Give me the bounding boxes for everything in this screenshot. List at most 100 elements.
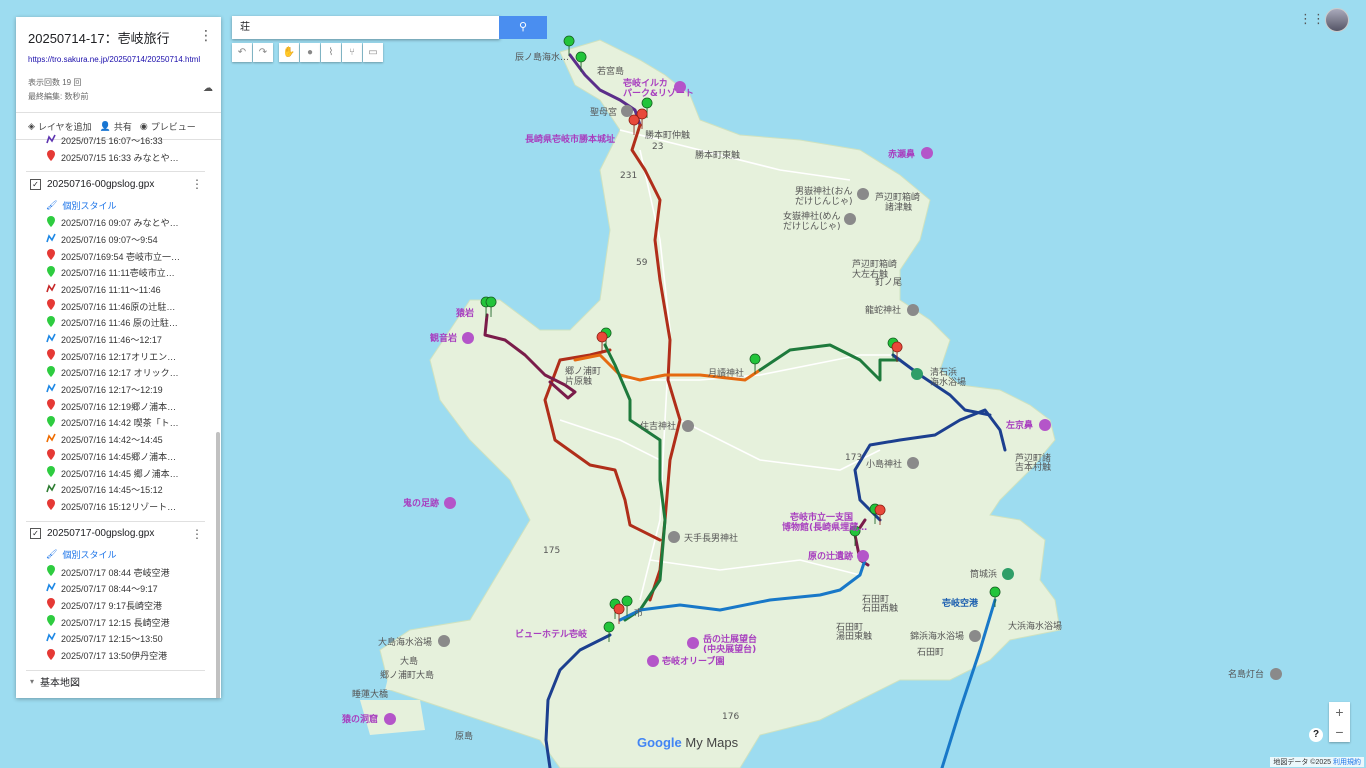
basemap-toggle[interactable]: ▾ 基本地図 [16, 671, 215, 693]
add-layer-button[interactable]: ◈ レイヤを追加 [28, 120, 92, 133]
search-button[interactable]: ⚲ [499, 16, 547, 39]
layer-feature-item[interactable]: 2025/07/16 12:17 オリック… [16, 365, 215, 382]
layer-feature-item[interactable]: 2025/07/16 14:45 郷ノ浦本… [16, 465, 215, 482]
view-count: 表示回数 19 回 [28, 78, 82, 87]
layer-feature-item[interactable]: 2025/07/16 09:07 みなとや… [16, 214, 215, 231]
layer-options-icon[interactable]: ⋮ [191, 527, 203, 541]
line-icon [46, 233, 56, 246]
line-icon [46, 433, 56, 446]
eye-icon: ◉ [139, 120, 148, 131]
svg-text:左京鼻: 左京鼻 [1005, 419, 1033, 431]
svg-text:睡蓮大橋: 睡蓮大橋 [352, 688, 388, 700]
svg-text:錦浜海水浴場: 錦浜海水浴場 [910, 630, 964, 642]
pin-icon [46, 365, 56, 380]
svg-text:男嶽神社(おん: 男嶽神社(おん [795, 185, 853, 197]
search-input[interactable]: 荘 [232, 16, 500, 39]
feature-label: 2025/07/16 11:46原の辻駐… [61, 301, 176, 312]
layer-feature-item[interactable]: 2025/07/15 16:33 みなとや… [16, 149, 215, 166]
layer-feature-item[interactable]: 2025/07/16 11:11〜11:46 [16, 281, 215, 298]
layer-feature-item[interactable]: 2025/07/17 13:50伊丹空港 [16, 647, 215, 664]
svg-text:吉本村触: 吉本村触 [1015, 461, 1051, 473]
layer-feature-item[interactable]: 2025/07/17 9:17長崎空港 [16, 597, 215, 614]
svg-text:市: 市 [634, 607, 643, 619]
layer-feature-item[interactable]: 2025/07/16 14:42〜14:45 [16, 431, 215, 448]
layer-feature-item[interactable]: 2025/07/16 11:46 原の辻駐… [16, 315, 215, 332]
feature-label: 2025/07/16 11:11壱岐市立… [61, 268, 175, 279]
layer-feature-item[interactable]: 2025/07/16 14:45郷ノ浦本… [16, 448, 215, 465]
preview-button[interactable]: ◉ プレビュー [140, 120, 196, 133]
redo-icon[interactable]: ↷ [253, 43, 273, 62]
layer-feature-item[interactable]: 2025/07/16 11:46原の辻駐… [16, 298, 215, 315]
svg-text:釘ノ尾: 釘ノ尾 [875, 276, 902, 288]
paint-roller-icon: 🖌 [46, 199, 58, 210]
layer-feature-item[interactable]: 2025/07/16 11:11壱岐市立… [16, 264, 215, 281]
layer-feature-item[interactable]: 2025/07/17 08:44 壱岐空港 [16, 564, 215, 581]
hand-icon[interactable]: ✋ [279, 43, 299, 62]
line-icon [46, 582, 56, 595]
layer-feature-item[interactable]: 2025/07/17 12:15 長崎空港 [16, 614, 215, 631]
panel-scrollbar[interactable] [216, 432, 220, 698]
svg-text:諸津触: 諸津触 [885, 201, 912, 213]
layer-feature-item[interactable]: 2025/07/17 12:15〜13:50 [16, 631, 215, 648]
layer-feature-item[interactable]: 2025/07/16 14:42 喫茶「ト… [16, 415, 215, 432]
pin-icon [46, 615, 56, 629]
layer-feature-item[interactable]: 2025/07/16 14:45〜15:12 [16, 481, 215, 498]
svg-text:231: 231 [620, 171, 637, 181]
marker-icon[interactable]: ● [300, 43, 320, 62]
pin-icon [46, 499, 56, 513]
directions-icon[interactable]: ⑂ [342, 43, 362, 62]
feature-label: 2025/07/15 16:07〜16:33 [61, 135, 163, 146]
more-options-icon[interactable]: ⋮ [199, 27, 213, 44]
layer-header[interactable]: ✓ 20250716-00gpslog.gpx ⋮ [16, 172, 215, 196]
svg-text:だけじんじゃ): だけじんじゃ) [795, 196, 853, 207]
svg-text:長崎県壱岐市勝本城址: 長崎県壱岐市勝本城址 [525, 133, 615, 145]
svg-text:名島灯台: 名島灯台 [1228, 668, 1264, 680]
layer-visibility-checkbox[interactable]: ✓ [30, 178, 41, 190]
map-description-link[interactable]: https://tro.sakura.ne.jp/20250714/202507… [28, 55, 209, 75]
layer-list[interactable]: 2025/07/15 16:07〜16:33 2025/07/15 16:33 み… [16, 132, 215, 698]
svg-text:猿の洞窟: 猿の洞窟 [341, 713, 378, 725]
layer-feature-item[interactable]: 2025/07/16 09:07〜9:54 [16, 231, 215, 248]
map-footer: 地図データ ©2025 利用規約 [1270, 757, 1364, 767]
layer-visibility-checkbox[interactable]: ✓ [30, 528, 41, 540]
layer-feature-item[interactable]: 2025/07/16 11:46〜12:17 [16, 331, 215, 348]
layer-options-icon[interactable]: ⋮ [191, 177, 203, 191]
ruler-icon[interactable]: ▭ [363, 43, 383, 62]
share-button[interactable]: 👤 共有 [100, 120, 132, 133]
layer-feature-item[interactable]: 2025/07/15 16:07〜16:33 [16, 132, 215, 149]
zoom-out-button[interactable]: − [1329, 722, 1350, 742]
layer-feature-item[interactable]: 2025/07/169:54 壱岐市立一… [16, 248, 215, 265]
undo-icon[interactable]: ↶ [232, 43, 252, 62]
draw-line-icon[interactable]: ⌇ [321, 43, 341, 62]
svg-text:176: 176 [722, 712, 739, 722]
map-title[interactable]: 20250714-17：壱岐旅行 [28, 28, 209, 47]
individual-style-link[interactable]: 🖌 個別スタイル [16, 546, 215, 564]
svg-text:郷ノ浦町大島: 郷ノ浦町大島 [380, 669, 434, 681]
layer-feature-item[interactable]: 2025/07/16 12:17〜12:19 [16, 381, 215, 398]
pin-icon [46, 648, 56, 663]
pin-icon [46, 265, 56, 280]
pin-icon [46, 415, 56, 430]
layer-header[interactable]: ✓ 20250717-00gpslog.gpx ⋮ [16, 522, 215, 546]
svg-text:石田町: 石田町 [917, 647, 944, 658]
help-icon[interactable]: ? [1309, 728, 1323, 742]
line-icon [46, 632, 56, 645]
layers-icon: ◈ [28, 120, 35, 131]
avatar[interactable] [1325, 8, 1349, 32]
google-mymaps-logo: Google My Maps [637, 735, 739, 750]
feature-label: 2025/07/16 11:11〜11:46 [61, 284, 161, 295]
individual-style-link[interactable]: 🖌 個別スタイル [16, 196, 215, 214]
feature-label: 2025/07/17 12:15〜13:50 [61, 634, 163, 645]
layer-feature-item[interactable]: 2025/07/16 12:19郷ノ浦本… [16, 398, 215, 415]
zoom-in-button[interactable]: + [1329, 702, 1350, 722]
layer-name[interactable]: 20250716-00gpslog.gpx [47, 179, 154, 190]
terms-link[interactable]: 利用規約 [1333, 759, 1361, 766]
svg-text:勝本町東触: 勝本町東触 [695, 149, 740, 161]
layer-feature-item[interactable]: 2025/07/16 15:12リゾート… [16, 498, 215, 515]
layer-name[interactable]: 20250717-00gpslog.gpx [47, 528, 154, 539]
svg-text:海水浴場: 海水浴場 [930, 376, 966, 388]
layer-feature-item[interactable]: 2025/07/16 12:17オリエン… [16, 348, 215, 365]
layer-feature-item[interactable]: 2025/07/17 08:44〜9:17 [16, 580, 215, 597]
svg-text:大島: 大島 [400, 655, 418, 667]
svg-text:勝本町仲触: 勝本町仲触 [645, 129, 690, 141]
